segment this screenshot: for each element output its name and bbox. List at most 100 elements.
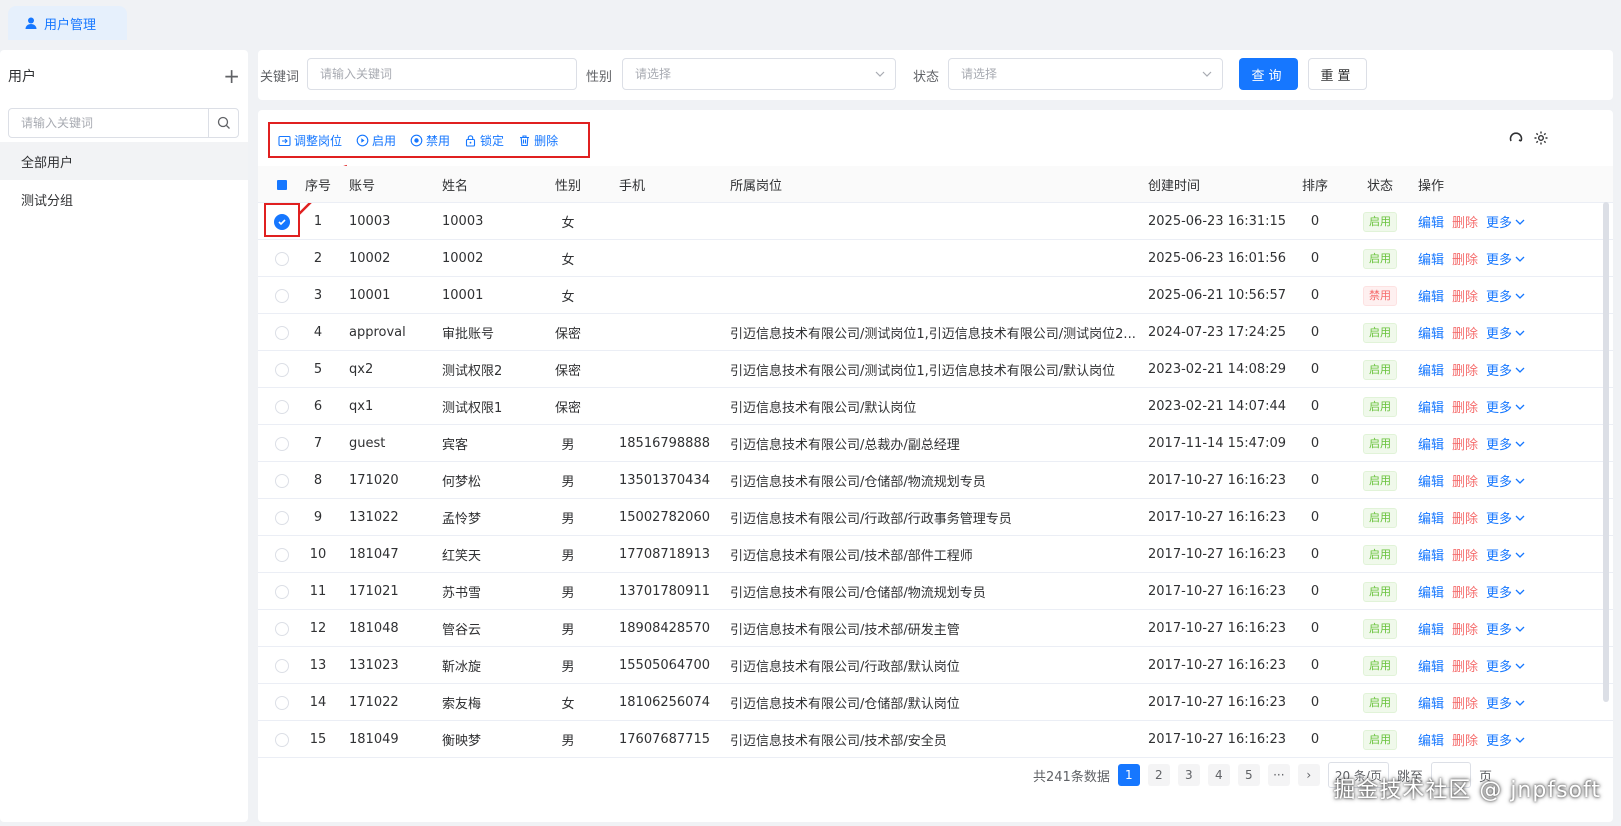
table-row[interactable]: 11 171021 苏书雪 男 13701780911 引迈信息技术有限公司/仓储部/物流… [258, 573, 1613, 610]
sidebar-item-all-users[interactable]: 全部用户 [0, 142, 248, 180]
more-dropdown[interactable]: 更多 [1486, 582, 1525, 601]
delete-link[interactable]: 删除 [1452, 212, 1478, 231]
reset-button[interactable]: 重置 [1308, 58, 1367, 90]
more-dropdown[interactable]: 更多 [1486, 212, 1525, 231]
page-5-button[interactable]: 5 [1237, 764, 1260, 786]
table-row[interactable]: 10 181047 红笑天 男 17708718913 引迈信息技术有限公司/技术部/部件… [258, 536, 1613, 573]
more-dropdown[interactable]: 更多 [1486, 656, 1525, 675]
plus-icon[interactable]: + [223, 66, 240, 86]
edit-link[interactable]: 编辑 [1418, 286, 1444, 305]
delete-link[interactable]: 删除 [1452, 545, 1478, 564]
delete-link[interactable]: 删除 [1452, 508, 1478, 527]
table-row[interactable]: 13 131023 靳冰旋 男 15505064700 引迈信息技术有限公司/行政部/默认… [258, 647, 1613, 684]
more-dropdown[interactable]: 更多 [1486, 693, 1525, 712]
table-scrollbar[interactable] [1603, 202, 1609, 702]
more-dropdown[interactable]: 更多 [1486, 471, 1525, 490]
delete-link[interactable]: 删除 [1452, 471, 1478, 490]
more-dropdown[interactable]: 更多 [1486, 360, 1525, 379]
sidebar-search-input[interactable] [9, 109, 208, 137]
refresh-icon[interactable] [1508, 130, 1524, 146]
select-all-checkbox[interactable] [277, 179, 287, 190]
edit-link[interactable]: 编辑 [1418, 656, 1444, 675]
row-checkbox[interactable] [275, 473, 289, 488]
more-dropdown[interactable]: 更多 [1486, 545, 1525, 564]
enable-button[interactable]: 启用 [356, 132, 396, 149]
table-row[interactable]: 12 181048 管谷云 男 18908428570 引迈信息技术有限公司/技术部/研发… [258, 610, 1613, 647]
more-dropdown[interactable]: 更多 [1486, 730, 1525, 749]
table-row[interactable]: 1 10003 10003 女 2025-06-23 16:31:15 0 启用 编辑 删除 更多 [258, 203, 1613, 240]
delete-link[interactable]: 删除 [1452, 323, 1478, 342]
edit-link[interactable]: 编辑 [1418, 619, 1444, 638]
row-checkbox[interactable] [275, 251, 289, 266]
row-checkbox[interactable] [275, 584, 289, 599]
row-checkbox[interactable] [275, 547, 289, 562]
table-row[interactable]: 9 131022 孟怜梦 男 15002782060 引迈信息技术有限公司/行政部/行政事… [258, 499, 1613, 536]
edit-link[interactable]: 编辑 [1418, 730, 1444, 749]
sidebar-item-test-group[interactable]: 测试分组 [0, 180, 248, 218]
gender-select[interactable] [622, 58, 896, 90]
row-checkbox[interactable] [275, 732, 289, 747]
edit-link[interactable]: 编辑 [1418, 249, 1444, 268]
row-checkbox[interactable] [275, 695, 289, 710]
edit-link[interactable]: 编辑 [1418, 360, 1444, 379]
tab-user-management[interactable]: 用户管理 [8, 6, 127, 40]
next-page-icon[interactable]: › [1297, 764, 1320, 786]
row-checkbox[interactable] [275, 325, 289, 340]
adjust-post-button[interactable]: 调整岗位 [278, 132, 342, 149]
row-checkbox[interactable] [275, 510, 289, 525]
page-2-button[interactable]: 2 [1147, 764, 1170, 786]
edit-link[interactable]: 编辑 [1418, 397, 1444, 416]
status-select[interactable] [948, 58, 1223, 90]
edit-link[interactable]: 编辑 [1418, 693, 1444, 712]
delete-link[interactable]: 删除 [1452, 693, 1478, 712]
table-row[interactable]: 2 10002 10002 女 2025-06-23 16:01:56 0 启用 编辑 删除 更多 [258, 240, 1613, 277]
status-select-input[interactable] [949, 59, 1222, 89]
table-row[interactable]: 7 guest 宾客 男 18516798888 引迈信息技术有限公司/总裁办/副总经理 2… [258, 425, 1613, 462]
delete-link[interactable]: 删除 [1452, 619, 1478, 638]
gender-select-input[interactable] [623, 59, 895, 89]
delete-link[interactable]: 删除 [1452, 730, 1478, 749]
row-checkbox[interactable] [275, 621, 289, 636]
table-row[interactable]: 3 10001 10001 女 2025-06-21 10:56:57 0 禁用 编辑 删除 更多 [258, 277, 1613, 314]
edit-link[interactable]: 编辑 [1418, 582, 1444, 601]
edit-link[interactable]: 编辑 [1418, 545, 1444, 564]
table-row[interactable]: 14 171022 索友梅 女 18106256074 引迈信息技术有限公司/仓储部/默认… [258, 684, 1613, 721]
delete-link[interactable]: 删除 [1452, 397, 1478, 416]
page-1-button[interactable]: 1 [1117, 764, 1140, 786]
delete-link[interactable]: 删除 [1452, 249, 1478, 268]
search-icon[interactable] [208, 109, 238, 137]
delete-link[interactable]: 删除 [1452, 434, 1478, 453]
more-dropdown[interactable]: 更多 [1486, 323, 1525, 342]
edit-link[interactable]: 编辑 [1418, 434, 1444, 453]
page-3-button[interactable]: 3 [1177, 764, 1200, 786]
more-pages-icon[interactable]: ··· [1267, 764, 1290, 786]
edit-link[interactable]: 编辑 [1418, 212, 1444, 231]
gear-icon[interactable] [1533, 130, 1549, 146]
delete-link[interactable]: 删除 [1452, 360, 1478, 379]
more-dropdown[interactable]: 更多 [1486, 286, 1525, 305]
row-checkbox[interactable] [275, 288, 289, 303]
table-row[interactable]: 5 qx2 测试权限2 保密 引迈信息技术有限公司/测试岗位1,引迈信息技术有限公司/默… [258, 351, 1613, 388]
query-button[interactable]: 查询 [1239, 58, 1298, 90]
more-dropdown[interactable]: 更多 [1486, 249, 1525, 268]
more-dropdown[interactable]: 更多 [1486, 619, 1525, 638]
row-checkbox[interactable] [275, 658, 289, 673]
more-dropdown[interactable]: 更多 [1486, 397, 1525, 416]
more-dropdown[interactable]: 更多 [1486, 508, 1525, 527]
delete-link[interactable]: 删除 [1452, 286, 1478, 305]
keyword-input[interactable] [308, 59, 576, 89]
table-row[interactable]: 6 qx1 测试权限1 保密 引迈信息技术有限公司/默认岗位 2023-02-21 14:… [258, 388, 1613, 425]
lock-button[interactable]: 锁定 [464, 132, 504, 149]
table-row[interactable]: 15 181049 衡映梦 男 17607687715 引迈信息技术有限公司/技术部/安全… [258, 721, 1613, 758]
table-row[interactable]: 8 171020 何梦松 男 13501370434 引迈信息技术有限公司/仓储部/物流规… [258, 462, 1613, 499]
row-checkbox[interactable] [275, 436, 289, 451]
edit-link[interactable]: 编辑 [1418, 471, 1444, 490]
delete-button[interactable]: 删除 [518, 132, 558, 149]
edit-link[interactable]: 编辑 [1418, 508, 1444, 527]
page-4-button[interactable]: 4 [1207, 764, 1230, 786]
edit-link[interactable]: 编辑 [1418, 323, 1444, 342]
more-dropdown[interactable]: 更多 [1486, 434, 1525, 453]
row-checkbox[interactable] [275, 362, 289, 377]
delete-link[interactable]: 删除 [1452, 582, 1478, 601]
row-checkbox-checked[interactable] [274, 213, 290, 230]
